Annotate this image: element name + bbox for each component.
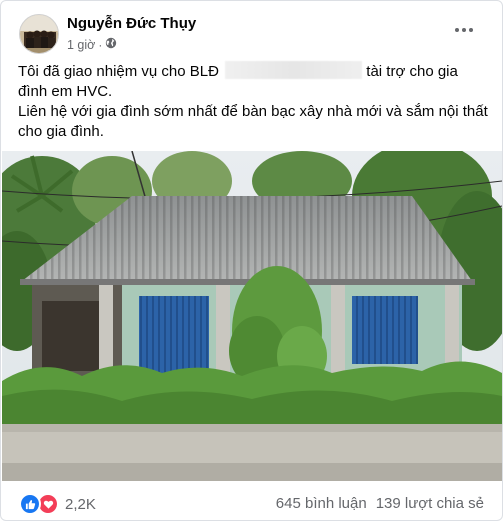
comment-count[interactable]: 645 bình luận	[276, 495, 367, 512]
post-time[interactable]: 1 giờ	[67, 38, 95, 52]
post-stats: 645 bình luận 139 lượt chia sẻ	[276, 495, 484, 512]
more-options-icon[interactable]	[452, 20, 476, 40]
author-avatar[interactable]	[19, 14, 59, 54]
post-text-part-1: Tôi đã giao nhiệm vụ cho BLĐ	[18, 63, 219, 80]
reaction-count[interactable]: 2,2K	[65, 496, 96, 513]
engagement-bar: 2,2K 645 bình luận 139 lượt chia sẻ	[1, 483, 502, 521]
meta-separator: ·	[98, 37, 103, 52]
post-text: Tôi đã giao nhiệm vụ cho BLĐ tài trợ cho…	[18, 61, 488, 142]
like-icon	[19, 493, 41, 515]
post-card: Nguyễn Đức Thụy 1 giờ · Tôi đã giao nhiệ…	[0, 0, 503, 521]
post-header: Nguyễn Đức Thụy 1 giờ ·	[19, 14, 490, 56]
reaction-summary[interactable]: 2,2K	[19, 493, 96, 515]
post-meta: 1 giờ ·	[67, 37, 117, 52]
globe-icon[interactable]	[105, 37, 117, 52]
redacted-text-block	[225, 61, 363, 79]
share-count[interactable]: 139 lượt chia sẻ	[376, 495, 484, 512]
author-name[interactable]: Nguyễn Đức Thụy	[67, 15, 196, 32]
post-text-line-2: Liên hệ với gia đình sớm nhất để bàn bạc…	[18, 103, 488, 140]
post-photo[interactable]	[2, 151, 502, 481]
post-text-line-1: Tôi đã giao nhiệm vụ cho BLĐ tài trợ cho…	[18, 61, 488, 102]
